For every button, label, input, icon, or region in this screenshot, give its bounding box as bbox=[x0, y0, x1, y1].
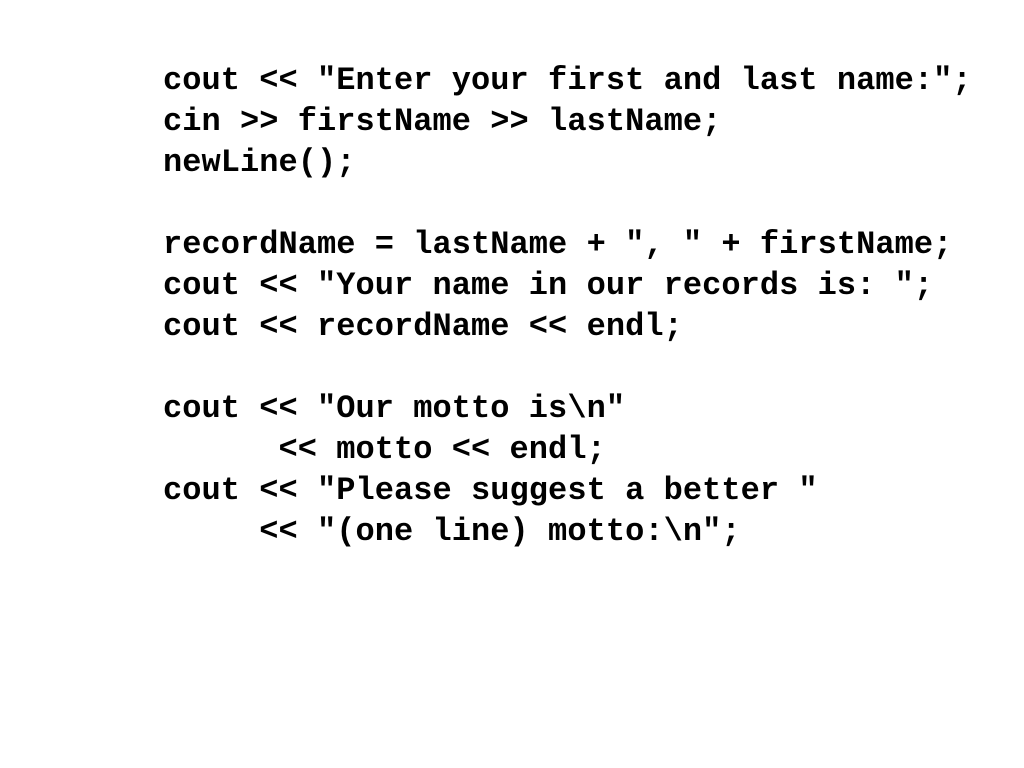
code-line: cout << "Our motto is\n" bbox=[163, 390, 626, 427]
code-line: << motto << endl; bbox=[163, 431, 606, 468]
code-line: cout << "Please suggest a better " bbox=[163, 472, 818, 509]
slide-canvas: cout << "Enter your first and last name:… bbox=[0, 0, 1024, 768]
code-line: cout << recordName << endl; bbox=[163, 308, 683, 345]
code-line: << "(one line) motto:\n"; bbox=[163, 513, 741, 550]
code-line: cout << "Your name in our records is: "; bbox=[163, 267, 934, 304]
code-listing: cout << "Enter your first and last name:… bbox=[163, 60, 972, 552]
code-line: cin >> firstName >> lastName; bbox=[163, 103, 722, 140]
code-line: newLine(); bbox=[163, 144, 356, 181]
code-line: recordName = lastName + ", " + firstName… bbox=[163, 226, 953, 263]
code-line: cout << "Enter your first and last name:… bbox=[163, 62, 972, 99]
